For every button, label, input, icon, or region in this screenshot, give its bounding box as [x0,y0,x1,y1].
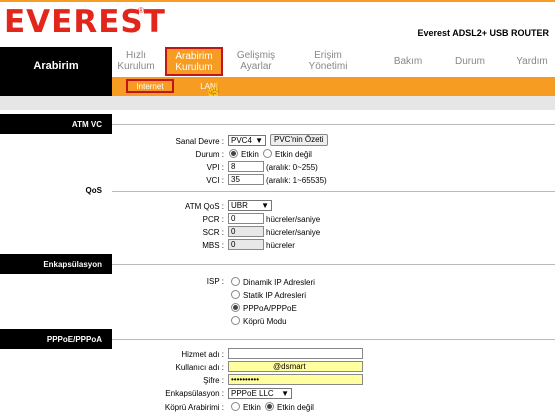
section-atm-vc: ATM VC [0,114,112,134]
product-name: Everest ADSL2+ USB ROUTER [417,28,549,38]
isp-bridge-radio[interactable] [231,316,240,325]
mbs-unit: hücreler [266,241,295,250]
nav-quick-setup[interactable]: Hızlı Kurulum [116,50,156,72]
nav-access-management[interactable]: Erişim Yönetimi [302,50,354,72]
scr-input[interactable]: 0 [228,226,264,237]
status-enabled-radio[interactable] [229,149,238,158]
vpi-label: VPI : [206,163,224,172]
isp-label: ISP : [206,277,224,286]
bridge-interface-label: Köprü Arabirimi : [164,403,224,412]
vci-hint: (aralık: 1~65535) [266,176,327,185]
isp-pppoa-pppoe-radio[interactable] [231,303,240,312]
bridge-enabled-radio[interactable] [231,402,240,411]
status-disabled-text: Etkin değil [275,150,312,159]
pcr-input[interactable]: 0 [228,213,264,224]
virtual-circuit-select[interactable]: PVC4 ▼ [228,135,266,146]
sub-nav-left [0,77,112,96]
mbs-input[interactable]: 0 [228,239,264,250]
virtual-circuit-label: Sanal Devre : [175,137,224,146]
nav-status[interactable]: Durum [448,56,492,67]
section-divider [112,339,555,340]
vpi-hint: (aralık: 0~255) [266,163,318,172]
service-name-input[interactable] [228,348,363,359]
encapsulation-label: Enkapsülasyon : [165,389,224,398]
nav-interface-setup[interactable]: Arabirim Kurulum [165,47,223,76]
section-divider [112,124,555,125]
isp-bridge-text: Köprü Modu [243,317,287,326]
isp-pppoa-pppoe-text: PPPoA/PPPoE [243,304,297,313]
bridge-disabled-text: Etkin değil [277,403,314,412]
isp-static-radio[interactable] [231,290,240,299]
password-input[interactable]: •••••••••• [228,374,363,385]
section-divider [112,191,555,192]
isp-dynamic-text: Dinamik IP Adresleri [243,278,315,287]
subtab-internet[interactable]: Internet [126,79,174,93]
vci-label: VCI : [206,176,224,185]
password-label: Şifre : [203,376,224,385]
nav-maintenance[interactable]: Bakım [386,56,430,67]
vci-input[interactable]: 35 [228,174,264,185]
bridge-disabled-radio[interactable] [265,402,274,411]
pvc-summary-button[interactable]: PVC'nin Özeti [270,134,328,146]
username-input[interactable]: @dsmart [228,361,363,372]
status-disabled-radio[interactable] [263,149,272,158]
atm-qos-label: ATM QoS : [185,202,224,211]
isp-static-text: Statik IP Adresleri [243,291,306,300]
status-enabled-text: Etkin [241,150,259,159]
section-pppoe: PPPoE/PPPoA [0,329,112,349]
registered-mark: ® [138,6,144,15]
nav-help[interactable]: Yardım [510,56,554,67]
mbs-label: MBS : [202,241,224,250]
status-label: Durum : [195,150,224,159]
pcr-unit: hücreler/saniye [266,215,321,224]
vpi-input[interactable]: 8 [228,161,264,172]
pcr-label: PCR : [202,215,224,224]
username-label: Kullanıcı adı : [175,363,224,372]
encapsulation-select[interactable]: PPPoE LLC ▼ [228,388,292,399]
section-encapsulation: Enkapsülasyon [0,254,112,274]
nav-advanced-settings[interactable]: Gelişmiş Ayarlar [232,50,280,72]
scr-unit: hücreler/saniye [266,228,321,237]
header-divider [0,96,555,110]
atm-qos-select[interactable]: UBR ▼ [228,200,272,211]
section-qos: QoS [85,186,102,195]
service-name-label: Hizmet adı : [181,350,224,359]
bridge-enabled-text: Etkin [243,403,261,412]
section-divider [112,264,555,265]
top-header: EVEREST ® Everest ADSL2+ USB ROUTER [0,0,555,42]
isp-dynamic-radio[interactable] [231,277,240,286]
scr-label: SCR : [202,228,224,237]
